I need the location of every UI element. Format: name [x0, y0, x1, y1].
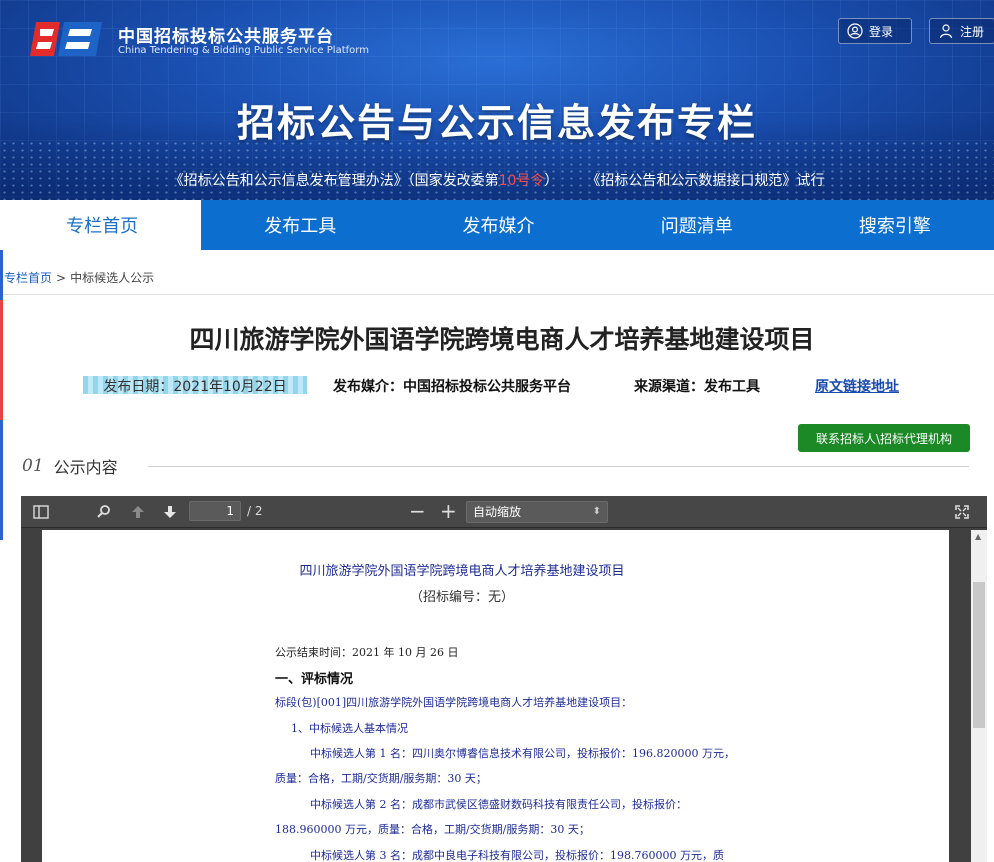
- pdf-candidate-2: 中标候选人第 2 名：成都市武侯区德盛财数码科技有限责任公司，投标报价：: [310, 798, 687, 811]
- section-number: 01: [22, 456, 44, 476]
- publish-media: 发布媒介：中国招标投标公共服务平台: [333, 379, 571, 395]
- original-link[interactable]: 原文链接地址: [815, 376, 899, 396]
- left-edge-accent: [0, 300, 3, 420]
- login-button[interactable]: 登录: [838, 18, 912, 44]
- zoom-in-button[interactable]: +: [440, 499, 457, 523]
- regulation-link[interactable]: 《招标公告和公示信息发布管理办法》（国家发改委第: [170, 173, 499, 189]
- tab-faq[interactable]: 问题清单: [598, 200, 796, 250]
- regulation-link-close: ）: [544, 173, 559, 189]
- pdf-candidate-3: 中标候选人第 3 名：成都中良电子科技有限公司，投标报价：198.760000 …: [310, 849, 724, 862]
- pdf-title: 四川旅游学院外国语学院跨境电商人才培养基地建设项目: [299, 564, 625, 579]
- pdf-candidate-1-cont: 质量：合格，工期/交货期/服务期：30 天；: [275, 772, 487, 785]
- scroll-up-icon[interactable]: ▲: [975, 532, 981, 541]
- tab-column-home[interactable]: 专栏首页: [3, 200, 202, 250]
- publish-date: 发布日期：2021年10月22日: [83, 376, 307, 395]
- fullscreen-icon[interactable]: [953, 503, 971, 521]
- zoom-out-button[interactable]: −: [409, 499, 426, 523]
- user-circle-icon: [847, 23, 863, 39]
- register-label: 注册: [960, 24, 985, 39]
- header-banner: 中国招标投标公共服务平台 China Tendering & Bidding P…: [0, 0, 994, 200]
- pdf-tender-code: （招标编号：无）: [409, 590, 514, 605]
- select-arrows-icon: ⬍: [592, 506, 601, 517]
- breadcrumb-current: 中标候选人公示: [70, 271, 155, 285]
- brand-name-cn: 中国招标投标公共服务平台: [118, 27, 334, 47]
- section-divider: [148, 466, 969, 467]
- sidebar-toggle-icon[interactable]: [32, 503, 50, 521]
- pdf-candidate-1: 中标候选人第 1 名：四川奥尔博睿信息技术有限公司，投标报价：196.82000…: [310, 747, 735, 760]
- pdf-heading-evaluation: 一、评标情况: [275, 672, 354, 687]
- source-channel: 来源渠道：发布工具: [634, 379, 760, 395]
- previous-page-icon[interactable]: [129, 503, 147, 521]
- hero-title: 招标公告与公示信息发布专栏: [236, 101, 757, 145]
- breadcrumb-separator: >: [56, 270, 67, 285]
- login-label: 登录: [869, 24, 894, 39]
- register-button[interactable]: 注册: [929, 18, 994, 44]
- tab-publish-media[interactable]: 发布媒介: [399, 200, 597, 250]
- tab-publish-tools[interactable]: 发布工具: [201, 200, 399, 250]
- pdf-page: 四川旅游学院外国语学院跨境电商人才培养基地建设项目 （招标编号：无） 公示结束时…: [42, 530, 949, 862]
- section-label: 公示内容: [53, 458, 118, 477]
- pdf-end-time: 公示结束时间：2021 年 10 月 26 日: [275, 646, 459, 659]
- zoom-select[interactable]: 自动缩放 ⬍: [466, 501, 608, 523]
- pdf-lot: 标段(包)[001]四川旅游学院外国语学院跨境电商人才培养基地建设项目：: [275, 696, 633, 709]
- pdf-scrollbar[interactable]: ▲: [971, 530, 987, 862]
- pdf-candidates-heading: 1、中标候选人基本情况: [291, 722, 408, 735]
- breadcrumb: 专栏首页 > 中标候选人公示: [4, 269, 154, 286]
- main-nav: 专栏首页 发布工具 发布媒介 问题清单 搜索引擎: [3, 200, 994, 250]
- breadcrumb-divider: [3, 294, 994, 295]
- next-page-icon[interactable]: [161, 503, 179, 521]
- tab-search-engine[interactable]: 搜索引擎: [796, 200, 994, 250]
- hero-subtitle: 《招标公告和公示信息发布管理办法》（国家发改委第10号令） 《招标公告和公示数据接…: [0, 170, 994, 190]
- zoom-select-value: 自动缩放: [473, 505, 522, 519]
- platform-logo[interactable]: [30, 16, 104, 62]
- search-icon[interactable]: [95, 503, 113, 521]
- section-header: 01 公示内容: [22, 454, 118, 478]
- pdf-candidate-2-cont: 188.960000 万元，质量：合格，工期/交货期/服务期：30 天；: [275, 823, 590, 836]
- decree-number: 10号令: [498, 173, 545, 189]
- pdf-viewer: 1 / 2 − + 自动缩放 ⬍ 四川旅游学院外国语学院跨境电商人才培养基地建设…: [21, 496, 987, 862]
- user-icon: [939, 24, 953, 39]
- scrollbar-thumb[interactable]: [973, 582, 985, 728]
- page-title: 四川旅游学院外国语学院跨境电商人才培养基地建设项目: [189, 325, 815, 354]
- page-number-input[interactable]: 1: [189, 501, 241, 521]
- brand-name-en: China Tendering & Bidding Public Service…: [118, 45, 369, 56]
- breadcrumb-home[interactable]: 专栏首页: [4, 269, 52, 286]
- pdf-toolbar: 1 / 2 − + 自动缩放 ⬍: [21, 496, 987, 528]
- page-total: / 2: [247, 504, 263, 518]
- interface-spec-link[interactable]: 《招标公告和公示数据接口规范》试行: [586, 173, 824, 189]
- contact-tenderer-button[interactable]: 联系招标人\招标代理机构: [798, 424, 970, 452]
